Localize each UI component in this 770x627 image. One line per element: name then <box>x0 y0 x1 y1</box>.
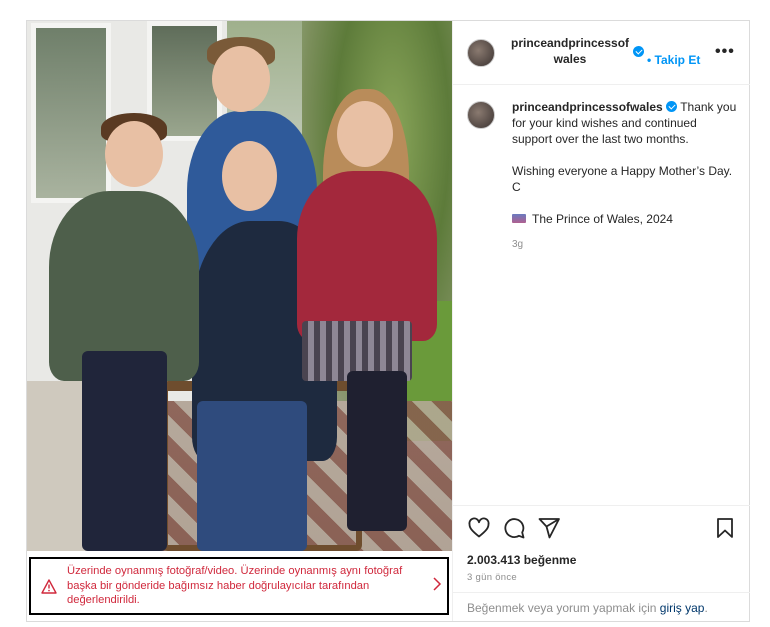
username-part: wales <box>553 52 587 66</box>
heart-icon[interactable] <box>467 516 491 540</box>
caption-wish: Wishing everyone a Happy Mother’s Day. C <box>512 164 733 194</box>
follow-button[interactable]: • Takip Et <box>647 53 700 67</box>
warning-text: Üzerinde oynanmış fotoğraf/video. Üzerin… <box>67 565 403 607</box>
post-header: princeandprincessof wales • Takip Et ••• <box>453 21 750 85</box>
photo-person <box>297 171 437 341</box>
photo-face <box>212 46 270 112</box>
login-prompt-bar: Beğenmek veya yorum yapmak için giriş ya… <box>453 592 750 624</box>
login-prompt-text: Beğenmek veya yorum yapmak için <box>467 601 657 615</box>
bookmark-icon[interactable] <box>713 516 737 540</box>
photo-face <box>222 141 277 211</box>
verified-badge-icon <box>633 46 644 57</box>
follow-label: Takip Et <box>654 53 701 67</box>
instagram-post-frame: Üzerinde oynanmış fotoğraf/video. Üzerin… <box>26 20 750 622</box>
action-icons <box>467 516 737 542</box>
likes-count[interactable]: 2.003.413 beğenme <box>467 553 576 567</box>
post-side-panel: princeandprincessof wales • Takip Et •••… <box>452 21 750 623</box>
photo-face <box>105 121 163 187</box>
warning-triangle-icon <box>31 578 67 594</box>
photo-person-legs <box>82 351 167 551</box>
login-link[interactable]: giriş yap <box>660 601 705 615</box>
verified-badge-icon <box>666 101 678 112</box>
photo-window <box>31 23 111 203</box>
posted-ago: 3 gün önce <box>467 572 518 583</box>
photo-person-legs <box>347 371 407 531</box>
caption-timestamp[interactable]: 3g <box>512 237 737 253</box>
username-link[interactable]: princeandprincessof wales <box>505 35 635 67</box>
username-part: princeandprincessof <box>510 36 630 50</box>
comment-icon[interactable] <box>502 516 526 540</box>
post-photo[interactable] <box>27 21 452 551</box>
photo-person-legs <box>197 401 307 551</box>
post-actions: 2.003.413 beğenme 3 gün önce Beğenmek ve… <box>453 505 750 623</box>
avatar[interactable] <box>467 101 495 129</box>
avatar[interactable] <box>467 39 495 67</box>
send-icon[interactable] <box>537 516 561 540</box>
caption-credit: The Prince of Wales, 2024 <box>532 212 673 226</box>
caption-username[interactable]: princeandprincessofwales <box>512 100 663 114</box>
photo-step <box>27 381 87 551</box>
more-options-icon[interactable]: ••• <box>715 43 735 61</box>
photo-face <box>337 101 393 167</box>
caption-credit-line: The Prince of Wales, 2024 <box>512 211 737 227</box>
login-suffix: . <box>704 601 708 615</box>
caption-body: princeandprincessofwales Thank you for y… <box>512 99 737 253</box>
manipulated-media-warning[interactable]: Üzerinde oynanmış fotoğraf/video. Üzerin… <box>29 557 449 615</box>
card-icon <box>512 214 526 223</box>
chevron-right-icon[interactable] <box>427 576 447 596</box>
